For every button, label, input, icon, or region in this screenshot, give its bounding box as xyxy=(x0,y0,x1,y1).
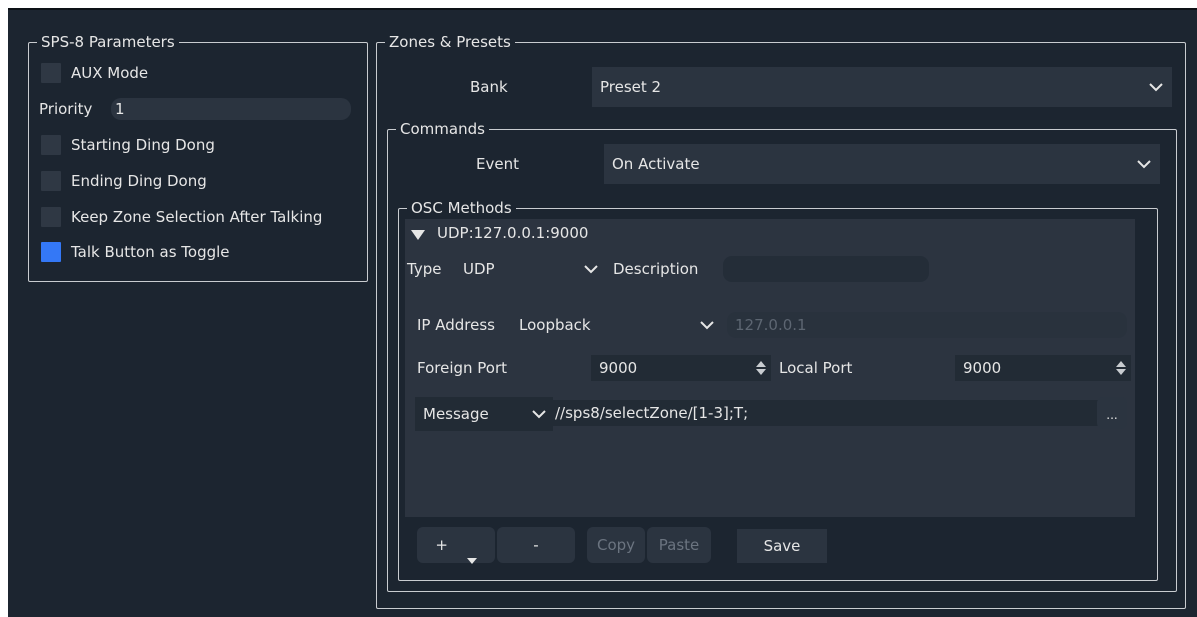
aux-mode-checkbox[interactable]: AUX Mode xyxy=(41,63,148,83)
priority-input[interactable]: 1 xyxy=(111,98,351,120)
keep-zone-selection-box[interactable] xyxy=(41,207,61,227)
type-label: Type xyxy=(407,260,442,278)
starting-ding-dong-label: Starting Ding Dong xyxy=(71,136,215,154)
bank-value: Preset 2 xyxy=(600,78,662,96)
talk-toggle-label: Talk Button as Toggle xyxy=(71,243,230,261)
message-type-select[interactable]: Message xyxy=(415,397,553,431)
caret-down-icon[interactable] xyxy=(466,542,477,564)
type-select[interactable]: UDP xyxy=(455,255,605,283)
priority-label: Priority xyxy=(39,100,93,118)
foreign-port-spinbox[interactable]: 9000 xyxy=(591,355,771,381)
osc-methods-title: OSC Methods xyxy=(407,199,516,217)
triangle-down-icon[interactable] xyxy=(411,227,425,240)
add-button-label: + xyxy=(435,536,448,554)
spin-arrows-icon[interactable] xyxy=(1115,359,1127,377)
description-label: Description xyxy=(613,260,699,278)
copy-button[interactable]: Copy xyxy=(587,527,645,563)
foreign-port-value: 9000 xyxy=(599,359,638,377)
local-port-spinbox[interactable]: 9000 xyxy=(955,355,1131,381)
osc-entry-title: UDP:127.0.0.1:9000 xyxy=(437,224,589,242)
chevron-down-icon xyxy=(1136,156,1152,172)
ip-mode-value: Loopback xyxy=(519,316,591,334)
event-select[interactable]: On Activate xyxy=(604,144,1160,184)
starting-ding-dong-box[interactable] xyxy=(41,135,61,155)
add-button[interactable]: + xyxy=(417,527,495,564)
bank-select[interactable]: Preset 2 xyxy=(592,67,1172,107)
aux-mode-label: AUX Mode xyxy=(71,64,149,82)
event-label: Event xyxy=(476,155,519,173)
osc-methods-group: OSC Methods UDP:127.0.0.1:9000 Type UDP xyxy=(398,199,1158,581)
talk-toggle-box[interactable] xyxy=(41,242,61,262)
paste-button[interactable]: Paste xyxy=(647,527,711,563)
chevron-down-icon xyxy=(583,261,599,277)
remove-button[interactable]: - xyxy=(497,527,575,563)
talk-toggle-checkbox[interactable]: Talk Button as Toggle xyxy=(41,242,230,262)
commands-group: Commands Event On Activate OSC Methods U… xyxy=(387,120,1177,592)
event-value: On Activate xyxy=(612,155,700,173)
zones-presets-group: Zones & Presets Bank Preset 2 Commands E… xyxy=(376,33,1186,609)
ip-address-label: IP Address xyxy=(417,316,495,334)
ending-ding-dong-checkbox[interactable]: Ending Ding Dong xyxy=(41,171,207,191)
chevron-down-icon xyxy=(699,317,715,333)
ending-ding-dong-box[interactable] xyxy=(41,171,61,191)
ending-ding-dong-label: Ending Ding Dong xyxy=(71,172,207,190)
osc-entry-panel: UDP:127.0.0.1:9000 Type UDP Description … xyxy=(405,219,1135,517)
message-type-value: Message xyxy=(423,405,489,423)
message-input[interactable]: //sps8/selectZone/[1-3];T; xyxy=(553,400,1099,426)
aux-mode-box[interactable] xyxy=(41,63,61,83)
chevron-down-icon xyxy=(531,406,547,422)
sps8-parameters-title: SPS-8 Parameters xyxy=(37,33,179,51)
local-port-value: 9000 xyxy=(963,359,1002,377)
foreign-port-label: Foreign Port xyxy=(417,359,508,377)
ip-mode-select[interactable]: Loopback xyxy=(511,311,721,339)
description-input[interactable] xyxy=(723,256,929,282)
spin-arrows-icon[interactable] xyxy=(755,359,767,377)
type-value: UDP xyxy=(463,260,495,278)
osc-entry-header[interactable]: UDP:127.0.0.1:9000 xyxy=(411,223,588,243)
save-button[interactable]: Save xyxy=(737,529,827,563)
ip-address-input[interactable]: 127.0.0.1 xyxy=(727,312,1127,338)
keep-zone-selection-label: Keep Zone Selection After Talking xyxy=(71,208,323,226)
zones-presets-title: Zones & Presets xyxy=(385,33,515,51)
local-port-label: Local Port xyxy=(779,359,853,377)
chevron-down-icon xyxy=(1148,79,1164,95)
sps8-parameters-group: SPS-8 Parameters AUX Mode Priority 1 Sta… xyxy=(28,33,368,282)
app-window: SPS-8 Parameters AUX Mode Priority 1 Sta… xyxy=(8,8,1197,617)
commands-title: Commands xyxy=(396,120,489,138)
more-options-button[interactable]: ... xyxy=(1097,397,1127,429)
starting-ding-dong-checkbox[interactable]: Starting Ding Dong xyxy=(41,135,215,155)
bank-label: Bank xyxy=(470,78,508,96)
keep-zone-selection-checkbox[interactable]: Keep Zone Selection After Talking xyxy=(41,207,322,227)
